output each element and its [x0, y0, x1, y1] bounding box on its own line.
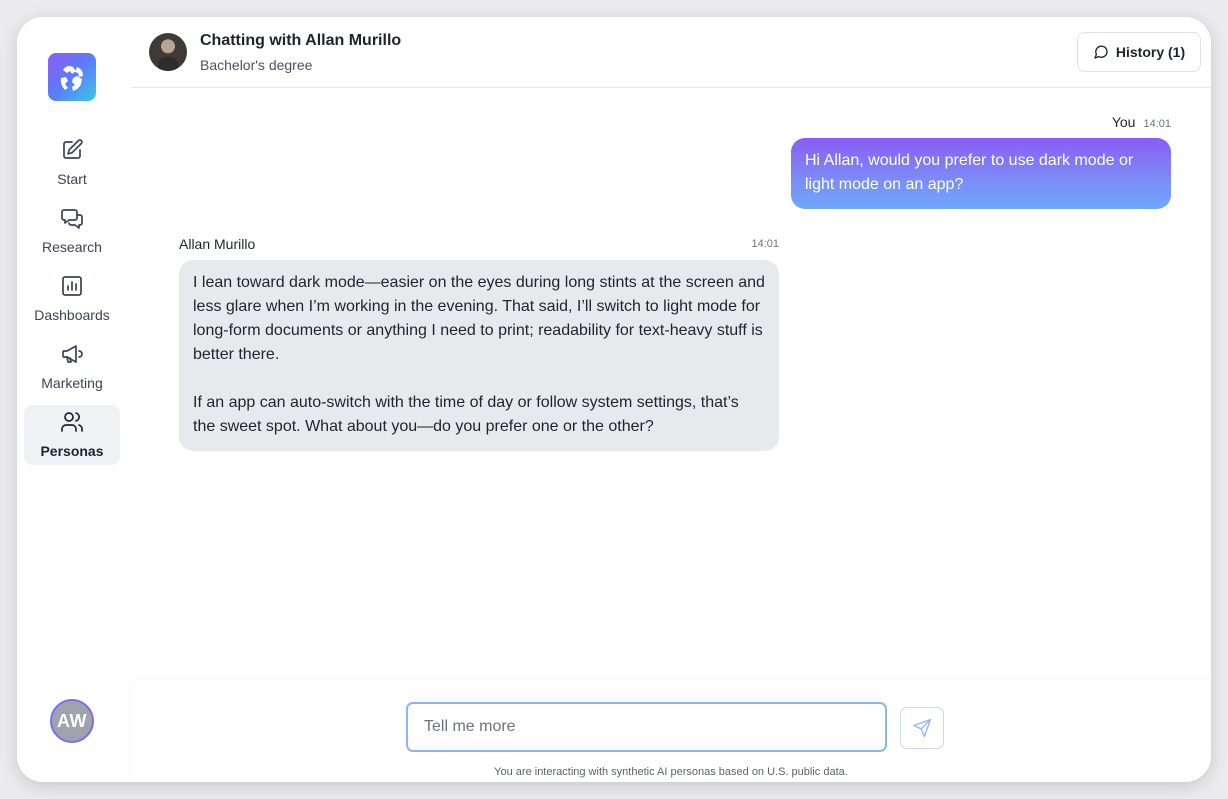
message-time: 14:01 — [1143, 118, 1171, 130]
message-input[interactable] — [406, 702, 887, 752]
chat-header: Chatting with Allan Murillo Bachelor's d… — [131, 17, 1211, 88]
sidebar-item-research[interactable]: Research — [24, 201, 120, 261]
app-logo[interactable] — [48, 53, 96, 101]
sidebar-item-label: Personas — [40, 443, 104, 459]
sidebar-item-label: Marketing — [41, 375, 103, 391]
logo-icon — [60, 66, 83, 91]
sender-name: Allan Murillo — [179, 236, 256, 252]
users-icon — [59, 409, 85, 435]
persona-subtitle: Bachelor's degree — [200, 57, 313, 73]
history-button[interactable]: History (1) — [1077, 32, 1201, 72]
send-icon — [912, 718, 932, 738]
persona-message-bubble: I lean toward dark mode—easier on the ey… — [179, 260, 779, 451]
user-avatar[interactable]: AW — [50, 699, 94, 743]
sidebar-item-label: Start — [57, 171, 87, 187]
message-meta-user: You 14:01 — [1112, 114, 1171, 130]
sidebar-item-dashboards[interactable]: Dashboards — [24, 269, 120, 329]
chat-bubble-icon — [1094, 45, 1108, 59]
app-window: Start Research Dashboards Marketing Pers… — [17, 17, 1211, 782]
message-paragraph: If an app can auto-switch with the time … — [193, 394, 739, 435]
sidebar-item-personas[interactable]: Personas — [24, 405, 120, 465]
message-time: 14:01 — [751, 238, 779, 250]
bar-chart-icon — [59, 273, 85, 299]
message-meta-persona: Allan Murillo 14:01 — [179, 236, 779, 254]
sidebar-item-label: Dashboards — [34, 307, 110, 323]
disclaimer-text: You are interacting with synthetic AI pe… — [494, 766, 848, 778]
message-paragraph: I lean toward dark mode—easier on the ey… — [193, 274, 765, 363]
composer: You are interacting with synthetic AI pe… — [131, 681, 1211, 782]
megaphone-icon — [59, 341, 85, 367]
sidebar-item-start[interactable]: Start — [24, 133, 120, 193]
page-title: Chatting with Allan Murillo — [200, 32, 402, 49]
sender-name: You — [1111, 114, 1136, 130]
history-label: History (1) — [1115, 44, 1186, 60]
send-button[interactable] — [900, 707, 944, 749]
sidebar: Start Research Dashboards Marketing Pers… — [17, 17, 131, 782]
chat-bubbles-icon — [59, 205, 85, 231]
sidebar-item-marketing[interactable]: Marketing — [24, 337, 120, 397]
edit-icon — [59, 137, 85, 163]
persona-avatar — [149, 33, 187, 71]
sidebar-item-label: Research — [42, 239, 102, 255]
user-message-bubble: Hi Allan, would you prefer to use dark m… — [791, 138, 1171, 209]
